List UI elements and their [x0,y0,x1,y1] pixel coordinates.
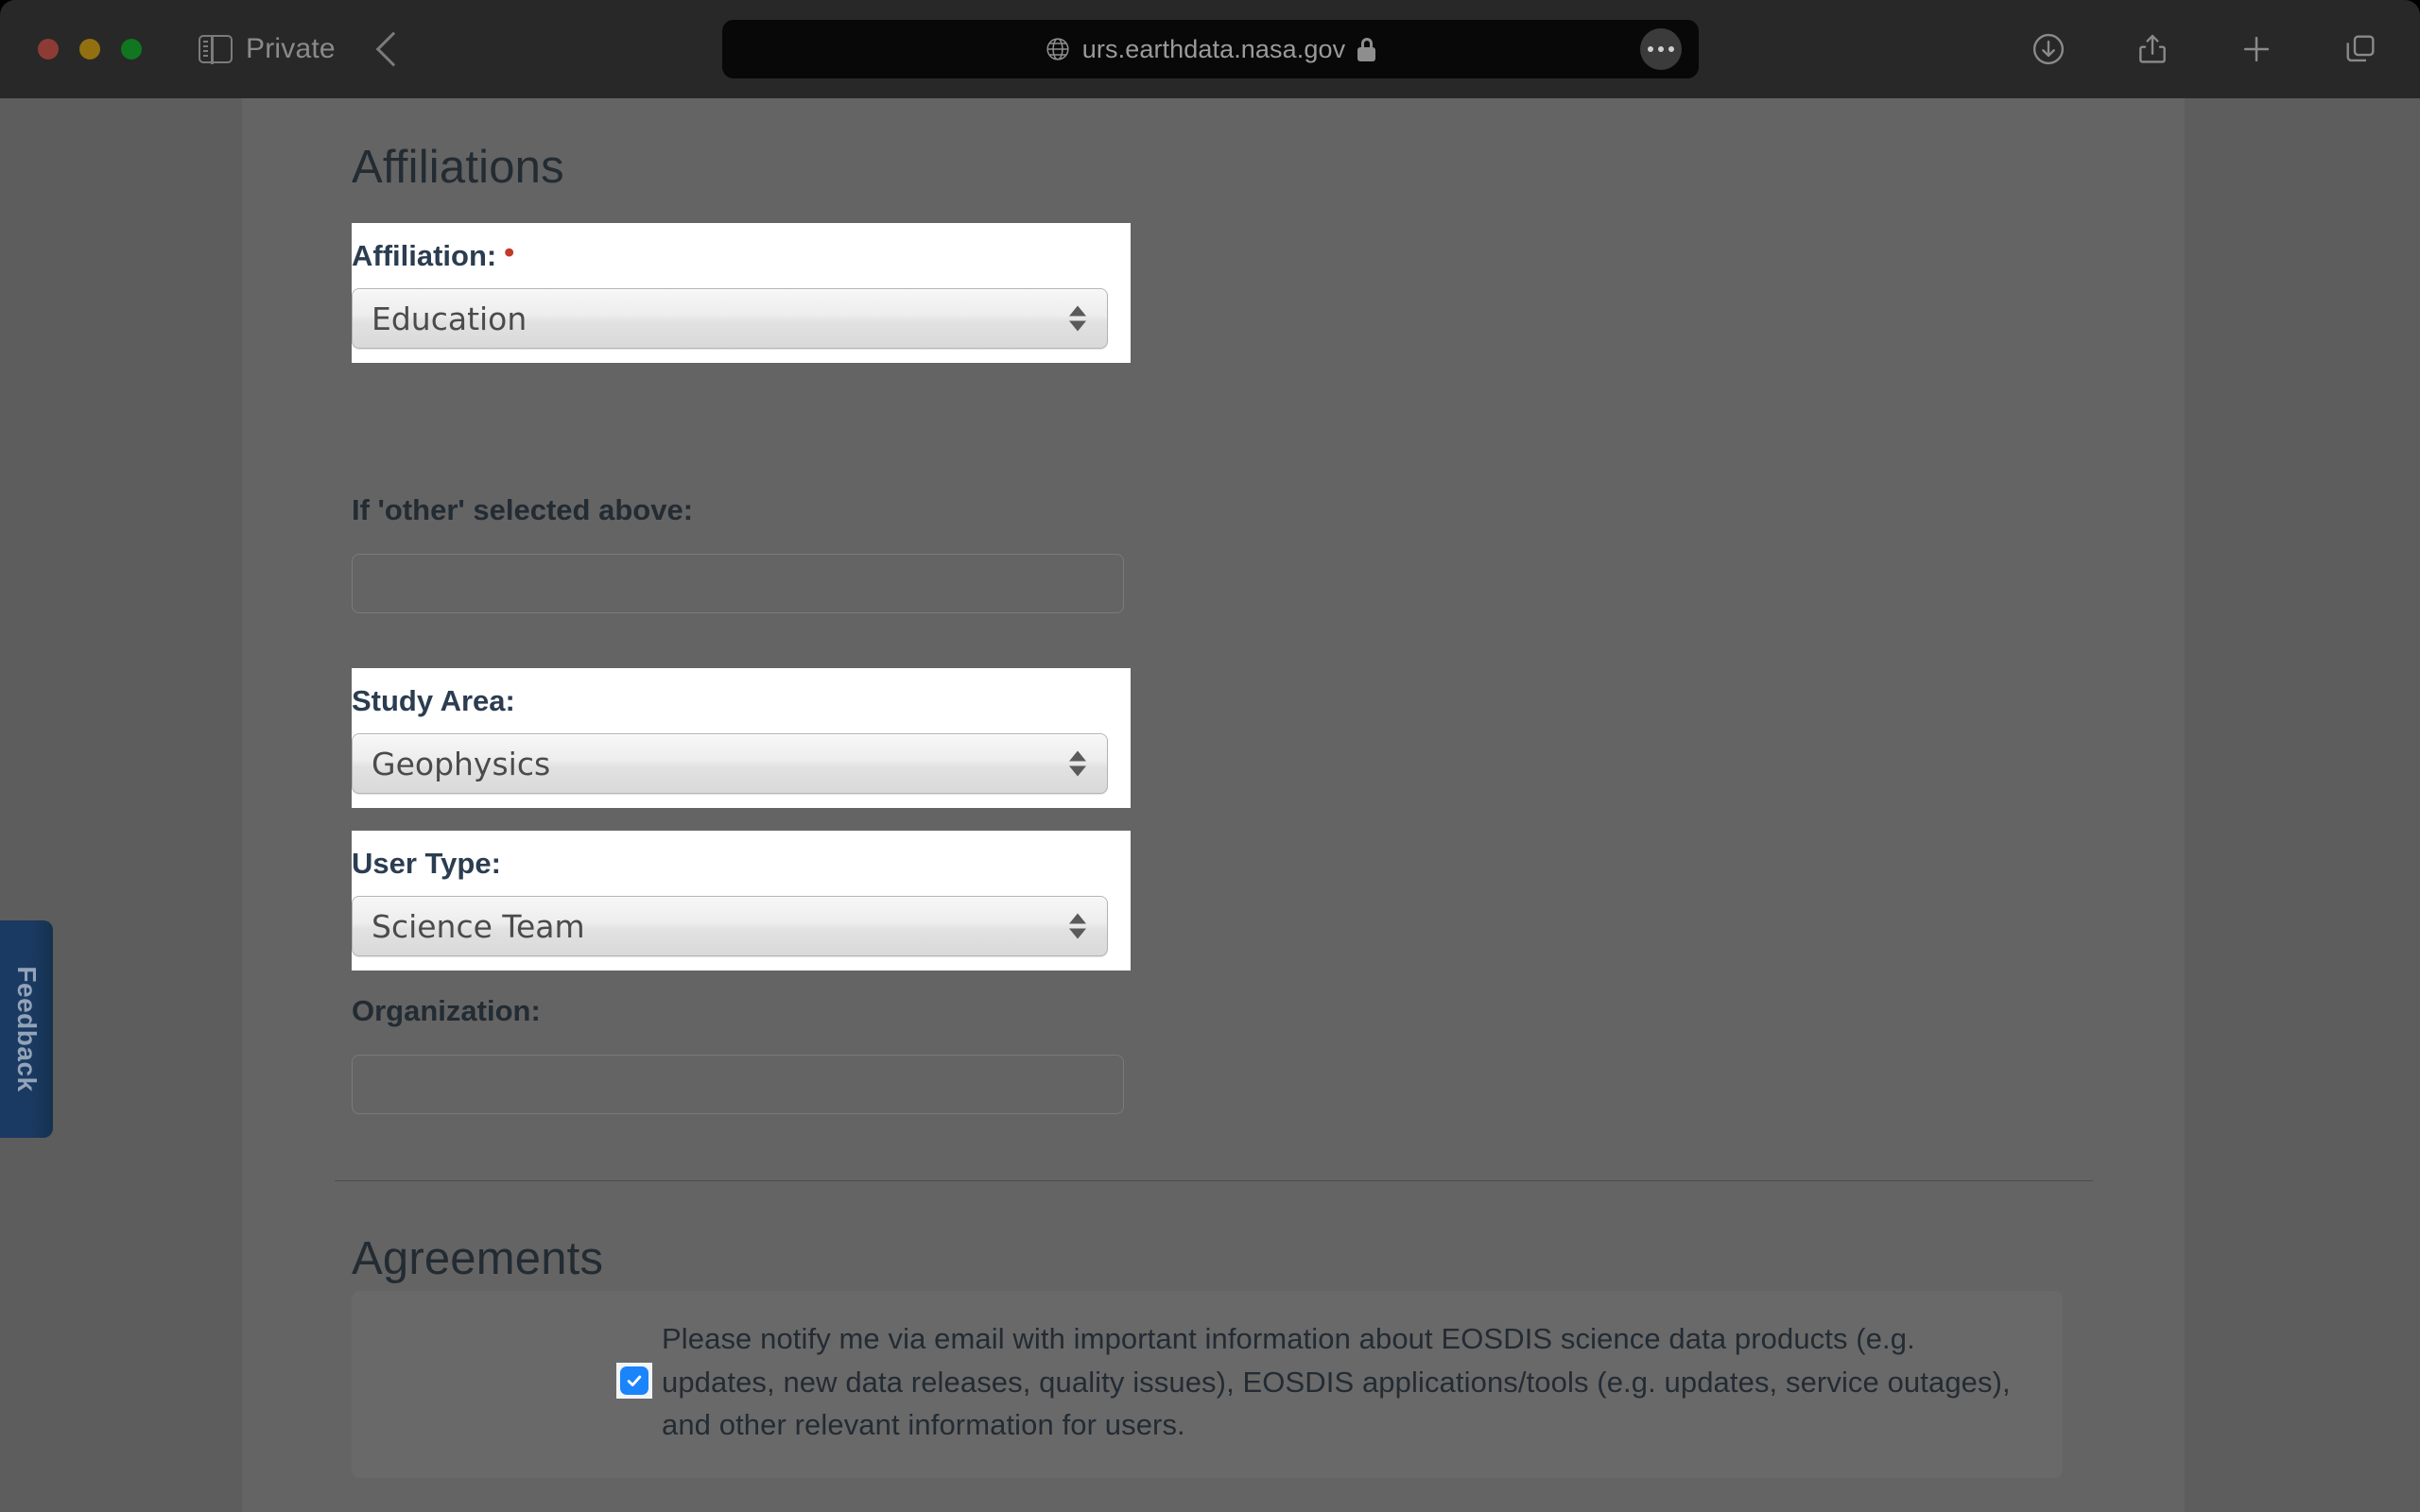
share-icon[interactable] [2135,31,2170,67]
field-study-area: Study Area: Geophysics [352,668,1131,808]
section-heading-agreements: Agreements [352,1233,604,1284]
lock-icon [1357,37,1376,61]
close-window-button[interactable] [38,39,59,60]
chevron-updown-icon [1069,913,1086,939]
other-affiliation-input[interactable] [352,554,1124,613]
maximize-window-button[interactable] [121,39,142,60]
field-affiliation: Affiliation: • Education [352,223,1131,363]
notify-email-checkbox[interactable] [616,1363,652,1399]
chevron-updown-icon [1069,305,1086,332]
field-study-area-label: Study Area: [352,684,515,717]
field-other-affiliation-label: If 'other' selected above: [352,493,694,526]
field-organization-label: Organization: [352,994,541,1027]
window-traffic-lights [38,39,142,60]
new-tab-icon[interactable] [2238,31,2274,67]
globe-icon [1046,37,1070,61]
chevron-updown-icon [1069,750,1086,777]
select-affiliation-value: Education [372,300,527,337]
feedback-tab[interactable]: Feedback [0,920,53,1138]
page-viewport: Affiliations Affiliation: • Education If … [0,98,2420,1512]
url-bar-content: urs.earthdata.nasa.gov [1046,34,1376,64]
back-chevron-icon[interactable] [375,31,411,67]
browser-chrome: Private urs.earthdata.nasa.gov [0,0,2420,98]
required-marker-icon: • [504,235,515,268]
field-user-type: User Type: Science Team [352,831,1131,971]
section-divider [335,1180,2093,1181]
organization-input[interactable] [352,1055,1124,1114]
url-text: urs.earthdata.nasa.gov [1081,34,1346,63]
checkmark-icon [620,1366,648,1395]
select-affiliation[interactable]: Education [352,288,1108,349]
url-bar[interactable]: urs.earthdata.nasa.gov [722,20,1699,78]
sidebar-toggle-group[interactable]: Private [199,33,336,65]
ellipsis-icon[interactable] [1640,28,1682,70]
tab-overview-icon[interactable] [2342,31,2378,67]
feedback-tab-label: Feedback [12,966,42,1092]
downloads-icon[interactable] [2031,31,2066,67]
select-user-type[interactable]: Science Team [352,896,1108,956]
page-content-container: Affiliations Affiliation: • Education If … [242,98,2185,1512]
sidebar-icon[interactable] [199,34,233,64]
select-study-area[interactable]: Geophysics [352,733,1108,794]
select-user-type-value: Science Team [372,907,585,945]
select-study-area-value: Geophysics [372,745,551,782]
field-affiliation-label: Affiliation: [352,239,497,272]
section-heading-affiliations: Affiliations [352,142,564,193]
field-user-type-label: User Type: [352,847,501,880]
minimize-window-button[interactable] [79,39,100,60]
browser-toolbar-right [2031,31,2378,67]
private-browsing-label: Private [246,33,336,64]
notify-email-label: Please notify me via email with importan… [662,1322,2011,1442]
